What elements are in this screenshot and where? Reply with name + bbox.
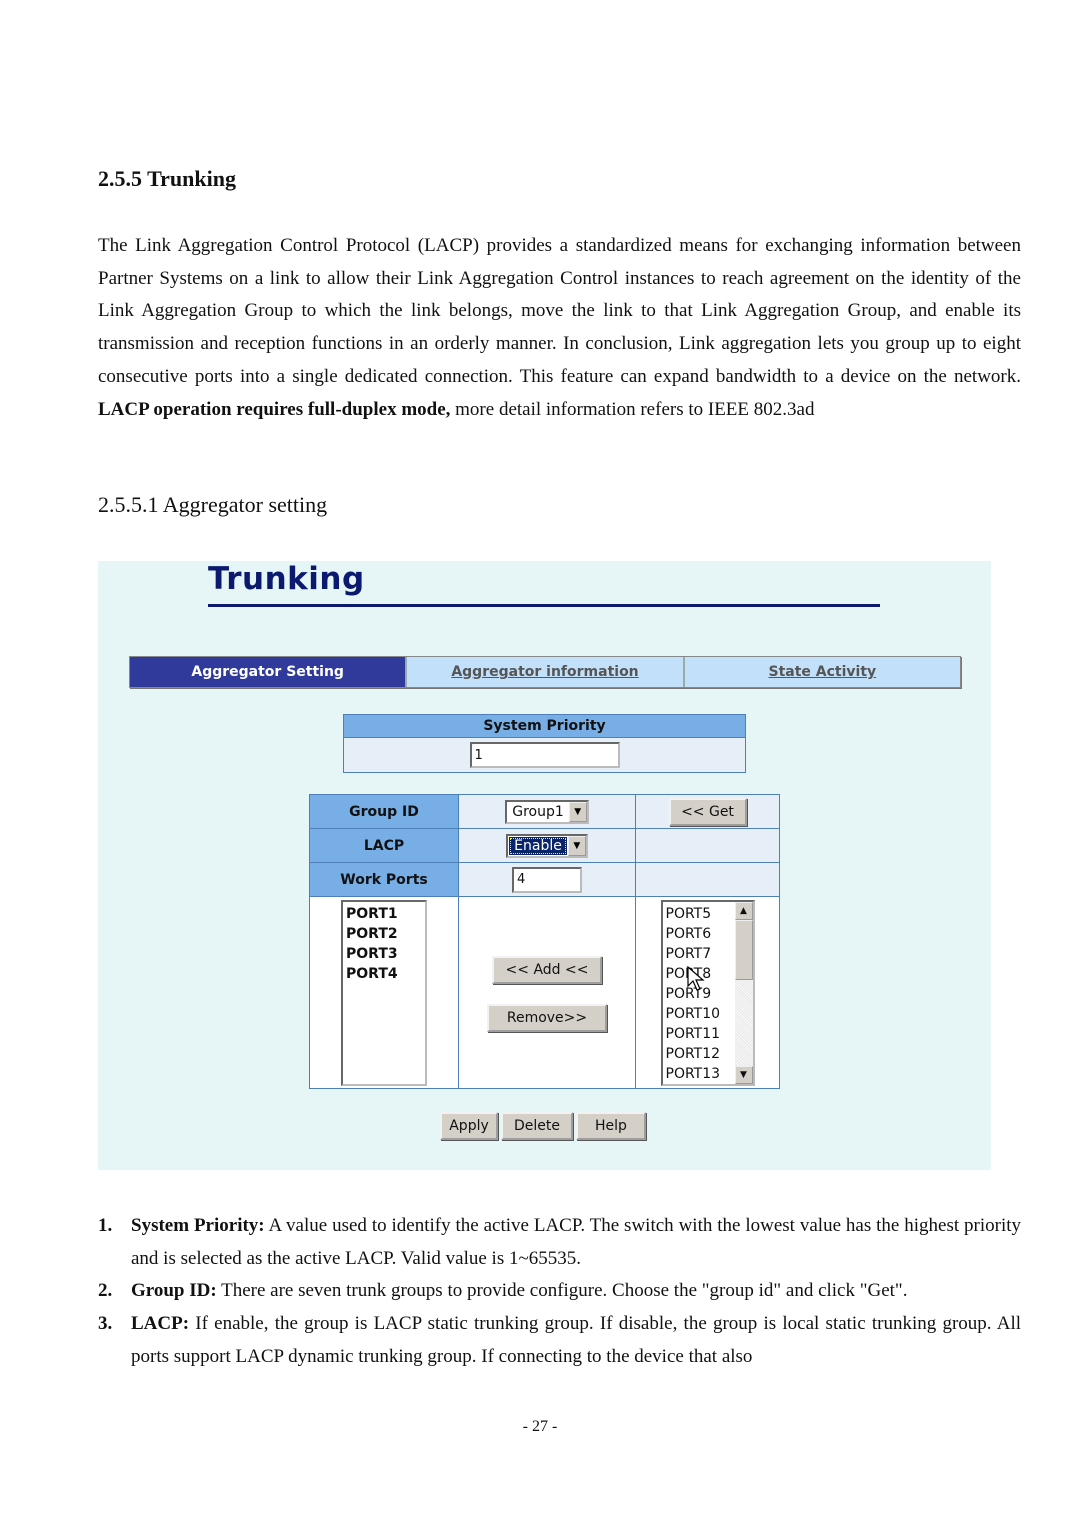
system-priority-label: System Priority <box>344 715 745 738</box>
title-underline <box>208 604 880 607</box>
get-button[interactable]: << Get <box>668 797 747 826</box>
tab-aggregator-setting[interactable]: Aggregator Setting <box>130 657 408 687</box>
group-id-value: Group1 <box>512 803 564 820</box>
list-item: 2. Group ID: There are seven trunk group… <box>98 1280 908 1302</box>
list-item[interactable]: PORT12 <box>666 1044 732 1064</box>
scroll-thumb[interactable] <box>734 920 753 980</box>
scroll-track[interactable] <box>735 980 753 1066</box>
delete-button[interactable]: Delete <box>501 1112 573 1140</box>
group-settings-table: Group ID Group1 ▼ << Get LACP Enable ▼ W… <box>309 794 780 1089</box>
group-id-label: Group ID <box>310 795 459 828</box>
intro-bold-text: LACP operation requires full-duplex mode… <box>98 398 451 420</box>
page-number: - 27 - <box>522 1418 558 1435</box>
list-item: 1. System Priority: A value used to iden… <box>98 1215 1022 1269</box>
add-button[interactable]: << Add << <box>492 956 602 984</box>
apply-button[interactable]: Apply <box>440 1112 498 1140</box>
term-group-id: Group ID: <box>131 1280 217 1302</box>
scroll-down-icon[interactable]: ▼ <box>734 1066 753 1084</box>
member-ports-list[interactable]: PORT1 PORT2 PORT3 PORT4 <box>341 900 427 1086</box>
list-item[interactable]: PORT2 <box>346 924 422 944</box>
work-ports-label: Work Ports <box>310 863 459 896</box>
action-buttons: Apply Delete Help <box>440 1112 646 1140</box>
screenshot-title: Trunking <box>208 561 365 597</box>
list-item: 3. LACP: If enable, the group is LACP st… <box>98 1313 1021 1367</box>
tab-bar: Aggregator Setting Aggregator informatio… <box>129 656 961 688</box>
mouse-pointer-icon <box>687 966 705 991</box>
work-ports-input[interactable]: 4 <box>512 866 582 893</box>
port-lists-row: PORT1 PORT2 PORT3 PORT4 << Add << Remove… <box>310 897 779 1088</box>
list-item[interactable]: PORT7 <box>666 944 732 964</box>
term-system-priority: System Priority: <box>131 1215 265 1236</box>
list-item[interactable]: PORT4 <box>346 964 422 984</box>
list-item[interactable]: PORT6 <box>666 924 732 944</box>
description-list: 1. System Priority: A value used to iden… <box>98 1210 1021 1374</box>
group-id-select[interactable]: Group1 ▼ <box>505 799 589 824</box>
chevron-down-icon[interactable]: ▼ <box>568 801 587 822</box>
subsection-heading: 2.5.5.1 Aggregator setting <box>98 492 328 517</box>
lacp-label: LACP <box>310 829 459 862</box>
trunking-screenshot: Trunking Aggregator Setting Aggregator i… <box>98 561 991 1170</box>
work-ports-row: Work Ports 4 <box>310 863 779 897</box>
section-heading: 2.5.5 Trunking <box>98 166 236 191</box>
list-item[interactable]: PORT1 <box>346 904 422 924</box>
chevron-down-icon[interactable]: ▼ <box>567 835 586 856</box>
system-priority-input[interactable]: 1 <box>469 742 620 768</box>
scrollbar[interactable]: ▲ ▼ <box>734 902 753 1084</box>
available-ports-list[interactable]: PORT5 PORT6 PORT7 PORT8 PORT9 PORT10 POR… <box>660 900 755 1086</box>
intro-text: The Link Aggregation Control Protocol (L… <box>98 235 1021 387</box>
tab-aggregator-information[interactable]: Aggregator information <box>407 657 685 687</box>
list-item[interactable]: PORT13 <box>666 1064 732 1084</box>
group-id-row: Group ID Group1 ▼ << Get <box>310 795 779 829</box>
list-item[interactable]: PORT11 <box>666 1024 732 1044</box>
lacp-select[interactable]: Enable ▼ <box>506 833 588 858</box>
term-lacp: LACP: <box>131 1313 190 1335</box>
intro-paragraph: The Link Aggregation Control Protocol (L… <box>98 230 1021 426</box>
list-item[interactable]: PORT10 <box>666 1004 732 1024</box>
system-priority-panel: System Priority 1 <box>343 714 746 773</box>
list-item[interactable]: PORT5 <box>666 904 732 924</box>
lacp-value: Enable <box>509 836 567 855</box>
tab-state-activity[interactable]: State Activity <box>684 657 960 687</box>
remove-button[interactable]: Remove>> <box>487 1004 607 1032</box>
scroll-up-icon[interactable]: ▲ <box>734 902 753 920</box>
intro-tail-text: more detail information refers to IEEE 8… <box>450 398 815 420</box>
list-item[interactable]: PORT3 <box>346 944 422 964</box>
help-button[interactable]: Help <box>576 1112 646 1140</box>
lacp-row: LACP Enable ▼ <box>310 829 779 863</box>
